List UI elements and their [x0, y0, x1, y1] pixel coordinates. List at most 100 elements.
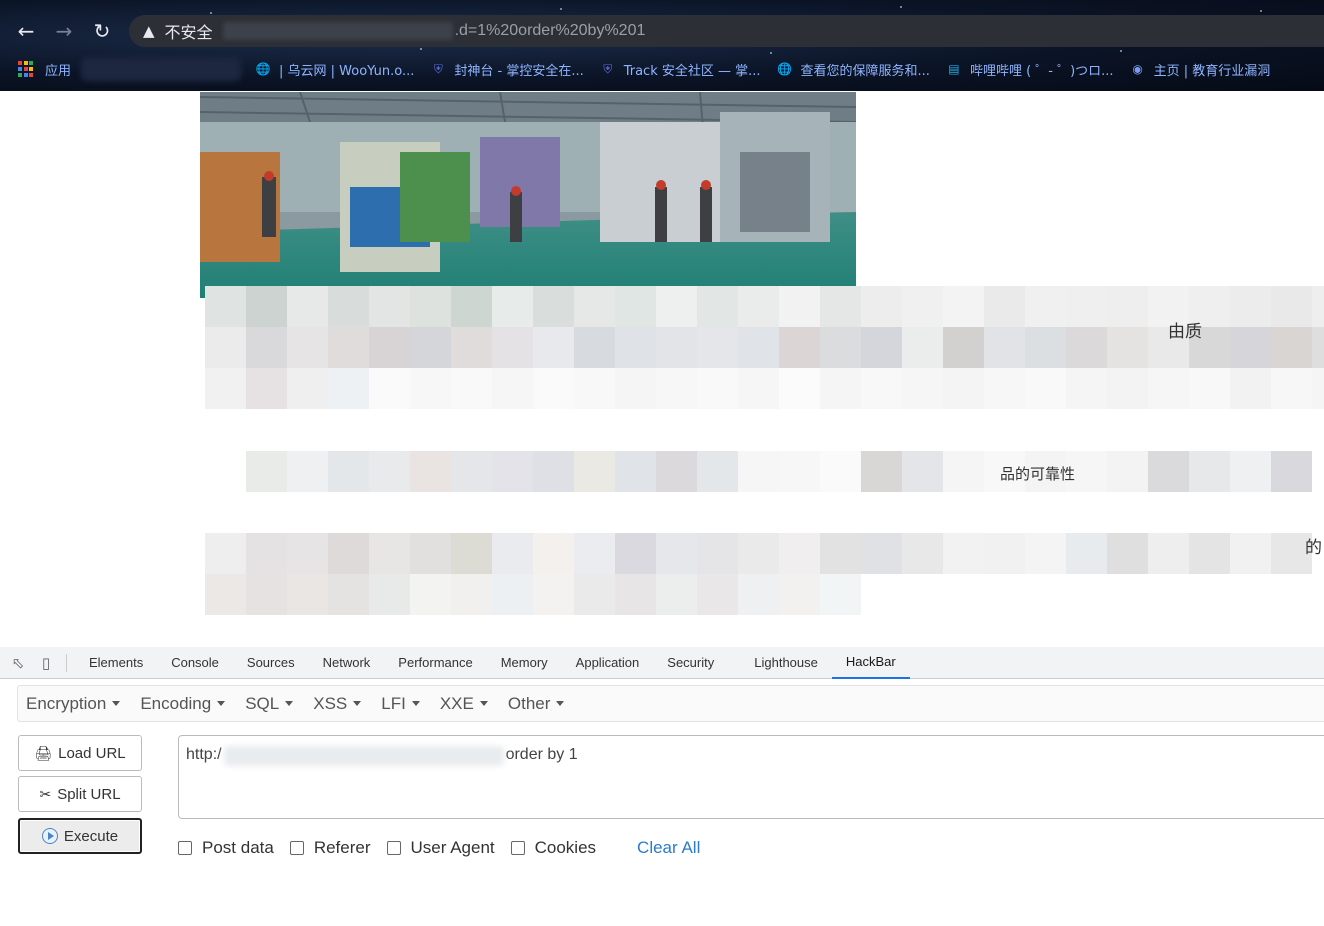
referer-option[interactable]: Referer [289, 838, 371, 858]
redacted-text-mosaic [205, 533, 1312, 574]
address-bar[interactable]: ▲ 不安全 .d=1%20order%20by%201 [129, 15, 1324, 47]
load-url-button[interactable]: 🖨 Load URL [18, 735, 142, 771]
menu-label: Encryption [26, 693, 107, 713]
referer-checkbox[interactable] [289, 841, 304, 855]
star-decoration [560, 8, 562, 10]
bookmark-bilibili[interactable]: ▤ 哔哩哔哩 ( ゜- ゜)つロ... [946, 60, 1114, 79]
star-decoration [1260, 10, 1262, 12]
post-data-checkbox[interactable] [178, 841, 192, 855]
post-data-option[interactable]: Post data [178, 838, 274, 858]
tab-hackbar[interactable]: HackBar [831, 647, 910, 679]
bookmark-label: 应用 [45, 63, 72, 79]
menu-sql[interactable]: SQL [237, 694, 301, 714]
button-label: Load URL [58, 744, 126, 762]
bookmark-track[interactable]: ⛨ Track 安全社区 — 掌... [600, 60, 761, 79]
user-agent-checkbox[interactable] [386, 841, 401, 855]
menu-label: LFI [381, 693, 406, 713]
factory-photo [200, 92, 856, 298]
page-text-fragment: 由质 [1168, 322, 1202, 342]
reload-button[interactable]: ↻ [89, 18, 115, 44]
execute-button[interactable]: Execute [18, 818, 142, 854]
star-decoration [900, 6, 902, 8]
tab-elements[interactable]: Elements [75, 647, 157, 679]
caret-down-icon [285, 701, 294, 706]
warning-icon[interactable]: ▲ [143, 22, 155, 40]
star-decoration [420, 48, 422, 50]
play-icon [41, 828, 58, 844]
menu-label: XSS [313, 693, 348, 713]
caret-down-icon [353, 701, 362, 706]
redacted-url [222, 22, 453, 40]
bookmark-wooyun[interactable]: 🌐 | 乌云网 | WooYun.o... [255, 60, 415, 79]
devtools-tab-bar: ⬁ ▯ Elements Console Sources Network Per… [0, 647, 1324, 679]
security-label[interactable]: 不安全 [165, 19, 213, 43]
redacted-text-mosaic [205, 286, 1324, 327]
tab-memory[interactable]: Memory [487, 647, 562, 679]
menu-lfi[interactable]: LFI [373, 694, 428, 714]
bookmark-label: 主页 | 教育行业漏洞 [1153, 63, 1271, 79]
toolbar-divider [66, 653, 67, 672]
menu-other[interactable]: Other [500, 694, 573, 714]
hackbar-menu: Encryption Encoding SQL XSS LFI XXE Othe… [17, 685, 1324, 722]
factory-image [200, 92, 856, 298]
menu-xss[interactable]: XSS [305, 694, 369, 714]
bookmarks-bar: 应用 🌐 | 乌云网 | WooYun.o... ⛨ 封神台 - 掌控安全在..… [0, 55, 1324, 83]
clear-all-link[interactable]: Clear All [637, 838, 700, 858]
bookmark-apps[interactable]: 应用 [45, 60, 71, 79]
caret-down-icon [556, 701, 565, 706]
apps-grid-icon[interactable] [18, 60, 35, 78]
url-textarea[interactable]: http:/ order by 1 [178, 735, 1324, 819]
bookmark-label: Track 安全社区 — 掌... [623, 63, 761, 79]
bookmark-label: | 乌云网 | WooYun.o... [279, 63, 415, 79]
tab-console[interactable]: Console [157, 647, 233, 679]
device-toolbar-icon[interactable]: ▯ [32, 647, 60, 679]
load-url-icon: 🖨 [34, 744, 53, 761]
url-suffix: order by 1 [505, 746, 578, 763]
split-url-button[interactable]: ✂ Split URL [18, 776, 142, 812]
cookies-option[interactable]: Cookies [510, 838, 596, 858]
option-label: Referer [313, 838, 371, 857]
inspect-element-icon[interactable]: ⬁ [4, 647, 32, 679]
option-label: User Agent [410, 838, 495, 857]
redacted-text-mosaic [205, 327, 1324, 368]
menu-encryption[interactable]: Encryption [18, 694, 128, 714]
back-button[interactable]: ← [13, 18, 39, 44]
option-label: Post data [202, 838, 274, 857]
browser-chrome: ← → ↻ ▲ 不安全 .d=1%20order%20by%201 应用 🌐 |… [0, 0, 1324, 91]
cookies-checkbox[interactable] [510, 841, 525, 855]
menu-xxe[interactable]: XXE [432, 694, 496, 714]
redacted-text-mosaic [205, 574, 861, 615]
menu-label: SQL [245, 693, 280, 713]
devtools-panel: ⬁ ▯ Elements Console Sources Network Per… [0, 647, 1324, 926]
redacted-bookmark [81, 57, 242, 81]
bookmark-label: 查看您的保障服务和... [800, 63, 930, 79]
scissors-icon: ✂ [39, 785, 52, 802]
shield-icon: ⛨ [603, 61, 613, 76]
caret-down-icon [411, 701, 420, 706]
menu-encoding[interactable]: Encoding [132, 694, 233, 714]
menu-label: Other [507, 693, 551, 713]
redacted-text-mosaic [246, 451, 1312, 492]
tab-lighthouse[interactable]: Lighthouse [740, 647, 832, 679]
bookmark-service[interactable]: 🌐 查看您的保障服务和... [777, 60, 930, 79]
tab-network[interactable]: Network [309, 647, 385, 679]
tab-performance[interactable]: Performance [384, 647, 486, 679]
tab-security[interactable]: Security [653, 647, 728, 679]
page-text-fragment: 的 [1305, 538, 1322, 558]
button-label: Split URL [57, 785, 121, 803]
bookmark-fengshentai[interactable]: ⛨ 封神台 - 掌控安全在... [430, 60, 584, 79]
tab-application[interactable]: Application [562, 647, 654, 679]
forward-button[interactable]: → [51, 18, 77, 44]
bookmark-label: 封神台 - 掌控安全在... [454, 63, 584, 79]
tab-sources[interactable]: Sources [233, 647, 309, 679]
globe-icon: 🌐 [777, 62, 792, 76]
menu-label: Encoding [140, 693, 212, 713]
page-text-fragment: 品的可靠性 [1000, 465, 1076, 483]
bookmark-edu[interactable]: ◉ 主页 | 教育行业漏洞 [1130, 60, 1271, 79]
web-page: 由质 品的可靠性 的 [0, 91, 1324, 647]
bookmark-label: 哔哩哔哩 ( ゜- ゜)つロ... [969, 63, 1114, 79]
bilibili-icon: ▤ [948, 62, 960, 76]
url-text[interactable]: .d=1%20order%20by%201 [455, 22, 646, 40]
user-agent-option[interactable]: User Agent [386, 838, 495, 858]
star-decoration [770, 52, 772, 54]
